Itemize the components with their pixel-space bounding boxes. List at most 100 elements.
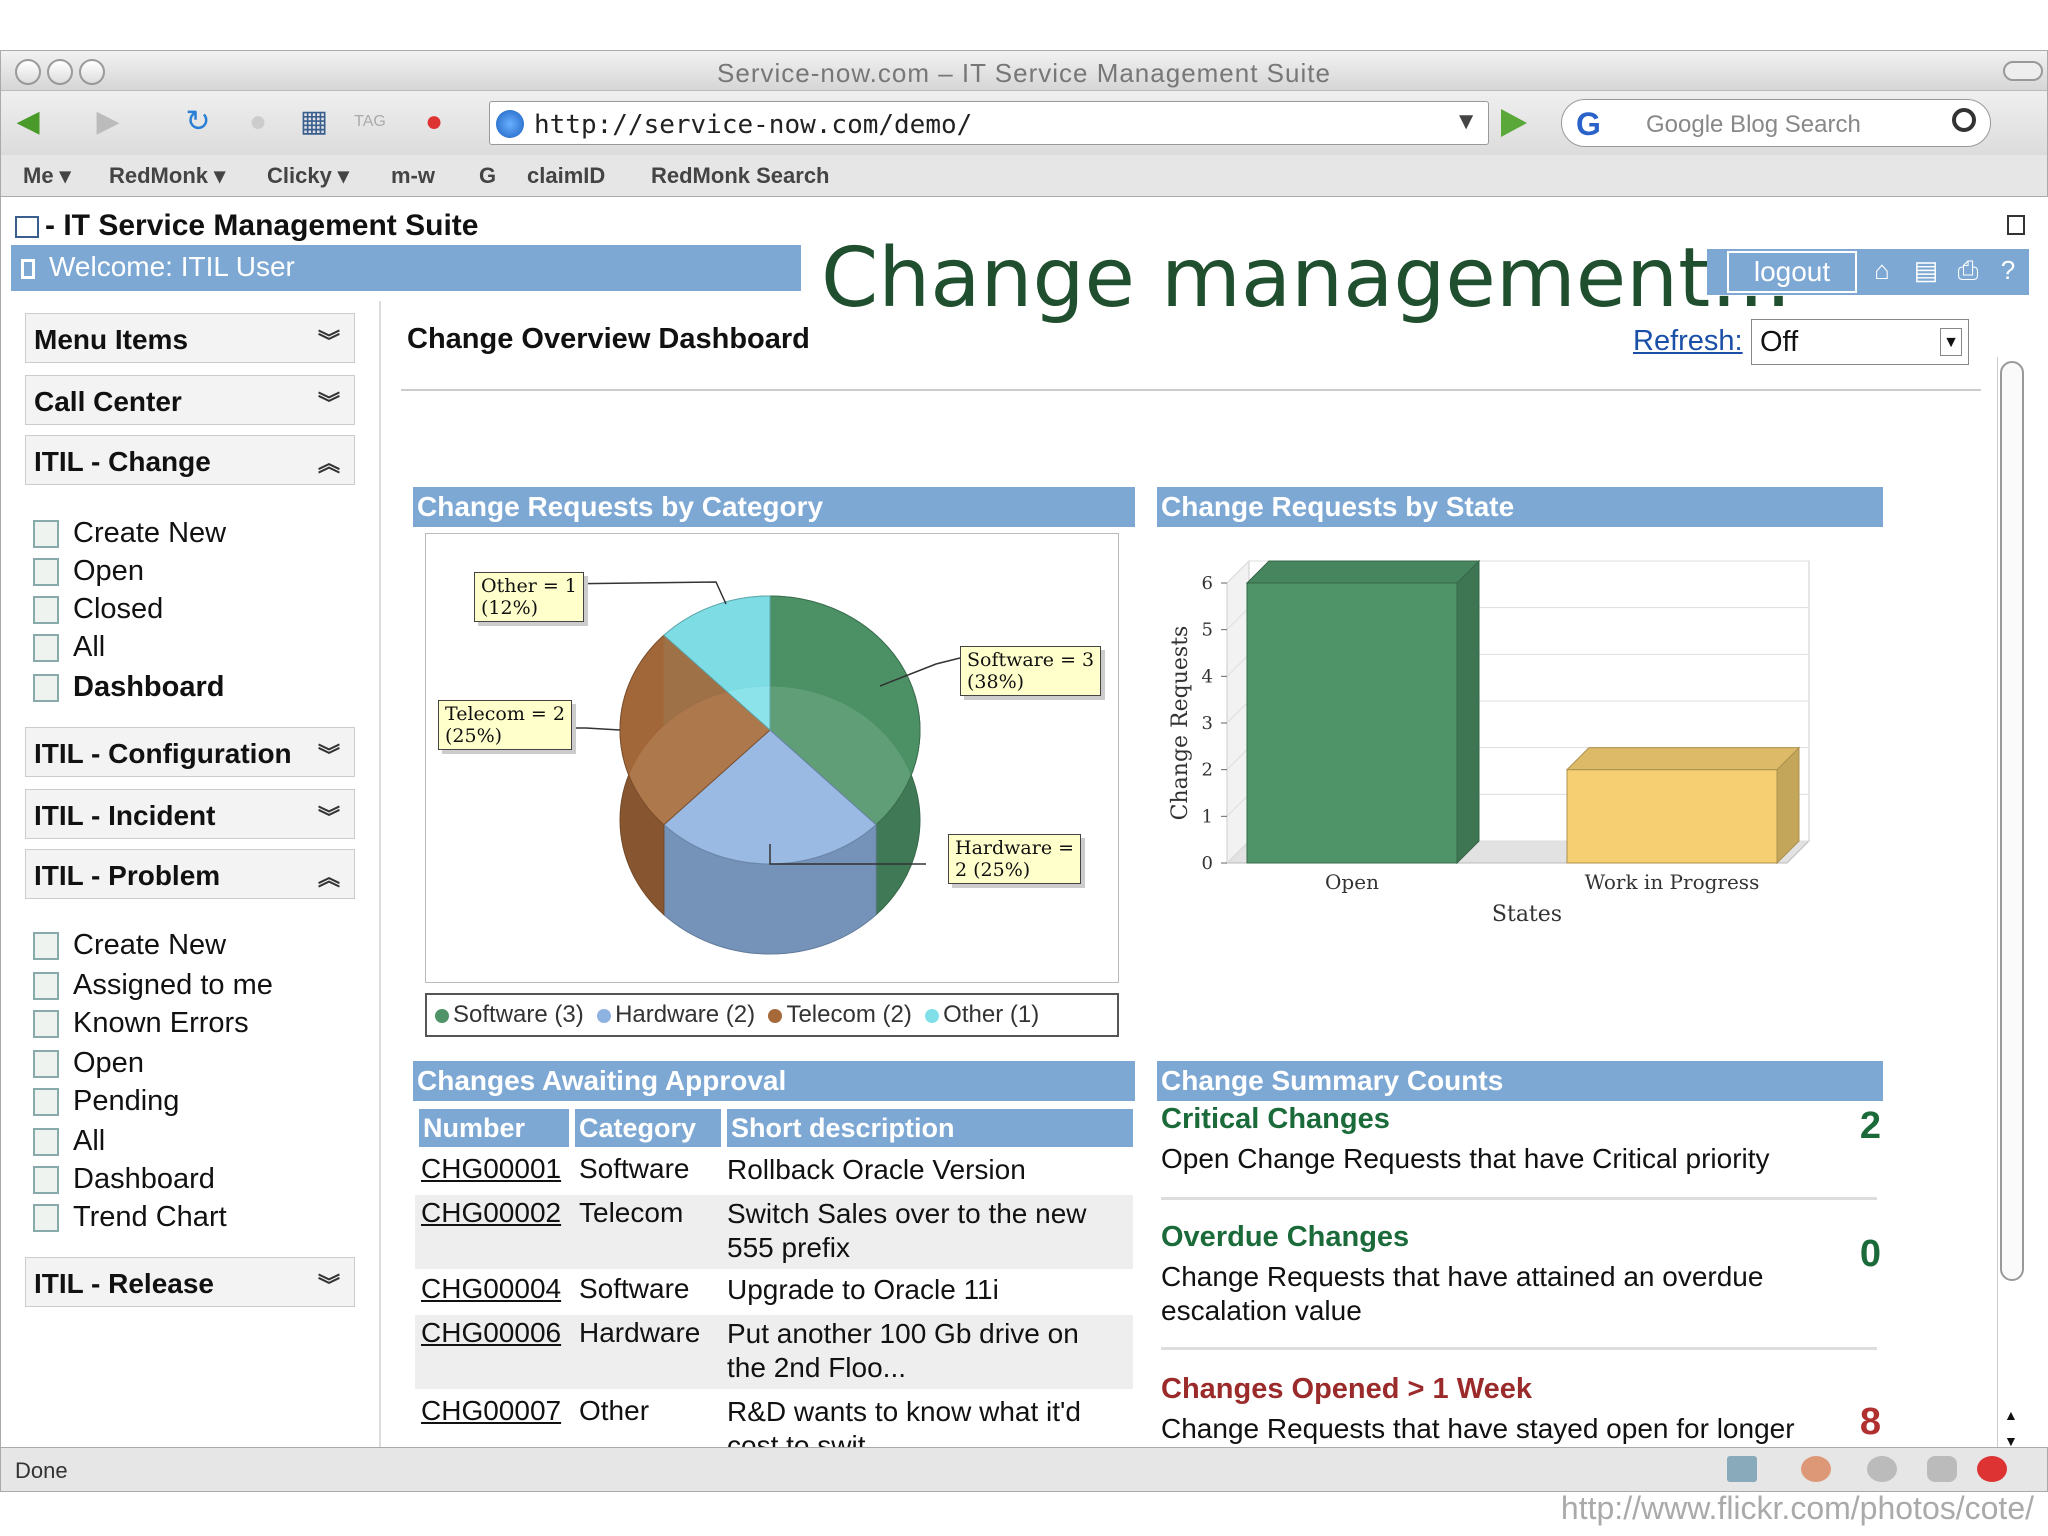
legend-swatch-software <box>435 1008 449 1023</box>
y-tick-label: 1 <box>1202 806 1213 827</box>
reload-icon[interactable]: ↻ <box>181 105 215 139</box>
nav-section-itil-problem[interactable]: ITIL - Problem ︽ <box>25 849 355 899</box>
help-icon[interactable]: ? <box>1993 255 2023 285</box>
cookie-icon[interactable] <box>1927 1456 1957 1482</box>
column-header-number[interactable]: Number <box>419 1109 569 1147</box>
nav-item-problem-all[interactable]: All <box>33 1125 105 1163</box>
bookmark-redmonk[interactable]: RedMonk ▾ <box>109 163 225 189</box>
scrollbar-thumb[interactable] <box>2000 361 2024 1281</box>
nav-item-label: All <box>73 631 106 663</box>
refresh-select[interactable]: Off ▼ <box>1751 319 1969 365</box>
logout-button[interactable]: logout <box>1727 251 1857 293</box>
forward-arrow-icon[interactable]: ▶ <box>91 105 125 139</box>
nav-item-change-all[interactable]: All <box>33 631 105 669</box>
nav-item-change-closed[interactable]: Closed <box>33 593 163 631</box>
welcome-text: Welcome: ITIL User <box>49 251 295 282</box>
face-icon[interactable] <box>1801 1456 1831 1482</box>
nav-section-itil-release[interactable]: ITIL - Release ︾ <box>25 1257 355 1307</box>
nav-item-change-dashboard[interactable]: Dashboard <box>33 671 224 709</box>
print-icon[interactable]: ⎙ <box>1953 255 1983 285</box>
legend-item-other: Other (1) <box>943 1001 1040 1028</box>
bookmark-claimid[interactable]: claimID <box>527 163 605 189</box>
table-row[interactable]: CHG00002 Telecom Switch Sales over to th… <box>415 1195 1133 1269</box>
adblock-icon[interactable] <box>1977 1456 2007 1482</box>
window-titlebar: Service-now.com – IT Service Management … <box>1 51 2047 91</box>
change-number-link[interactable]: CHG00004 <box>421 1273 561 1305</box>
table-row[interactable]: CHG00004 Software Upgrade to Oracle 11i <box>415 1273 1133 1313</box>
dashboard-icon <box>33 674 59 703</box>
bar-open[interactable] <box>1246 582 1458 864</box>
search-icon[interactable] <box>1952 108 1976 132</box>
create-new-icon <box>33 520 59 549</box>
chevron-down-icon: ▼ <box>1940 328 1962 356</box>
nav-section-itil-incident[interactable]: ITIL - Incident ︾ <box>25 789 355 839</box>
nav-section-call-center[interactable]: Call Center ︾ <box>25 375 355 425</box>
bookmark-m-w[interactable]: m-w <box>391 163 435 189</box>
change-number-link[interactable]: CHG00002 <box>421 1197 561 1229</box>
back-arrow-icon[interactable]: ◀ <box>11 105 45 139</box>
site-globe-icon <box>496 110 524 138</box>
column-header-description[interactable]: Short description <box>727 1109 1133 1147</box>
nav-item-change-create-new[interactable]: Create New <box>33 517 226 555</box>
bookmark-redmonk-search[interactable]: RedMonk Search <box>651 163 830 189</box>
search-input[interactable]: G Google Blog Search <box>1561 99 1991 147</box>
adblock-icon[interactable]: ● <box>417 105 451 139</box>
toolbar-toggle-button[interactable] <box>2003 61 2043 81</box>
summary-count-overdue[interactable]: 0 <box>1860 1233 1881 1276</box>
view-icon[interactable]: ▤ <box>1911 255 1941 285</box>
refresh-link[interactable]: Refresh: <box>1633 325 1743 358</box>
summary-title-critical[interactable]: Critical Changes <box>1161 1103 1881 1136</box>
maximize-frame-icon[interactable] <box>2007 215 2025 235</box>
nav-item-problem-dashboard[interactable]: Dashboard <box>33 1163 215 1201</box>
callout-line: Software = 3 <box>967 649 1095 671</box>
table-row[interactable]: CHG00001 Software Rollback Oracle Versio… <box>415 1153 1133 1193</box>
summary-count-critical[interactable]: 2 <box>1860 1105 1881 1148</box>
screen-icon[interactable] <box>1727 1456 1757 1482</box>
url-text: http://service-now.com/demo/ <box>534 110 973 140</box>
nav-item-problem-create-new[interactable]: Create New <box>33 929 226 967</box>
nav-item-problem-trend-chart[interactable]: Trend Chart <box>33 1201 227 1239</box>
nav-section-menu-items[interactable]: Menu Items ︾ <box>25 313 355 363</box>
summary-desc-overdue: Change Requests that have attained an ov… <box>1161 1261 1764 1326</box>
nav-section-itil-change[interactable]: ITIL - Change ︽ <box>25 435 355 485</box>
stop-icon[interactable]: ● <box>241 105 275 139</box>
change-number-link[interactable]: CHG00006 <box>421 1317 561 1349</box>
url-bar[interactable]: http://service-now.com/demo/ ▼ <box>489 101 1489 145</box>
bookmark-g[interactable]: G <box>479 163 496 189</box>
home-icon[interactable]: ▦ <box>297 105 331 139</box>
gear-icon[interactable] <box>1867 1456 1897 1482</box>
column-header-category[interactable]: Category <box>575 1109 721 1147</box>
url-history-dropdown[interactable]: ▼ <box>1454 108 1478 136</box>
change-category: Other <box>579 1395 650 1426</box>
summary-desc-week: Change Requests that have stayed open fo… <box>1161 1413 1795 1444</box>
bookmark-clicky[interactable]: Clicky ▾ <box>267 163 349 189</box>
summary-title-overdue[interactable]: Overdue Changes <box>1161 1221 1881 1254</box>
vertical-scrollbar[interactable]: ▲ ▼ <box>1997 357 2025 1457</box>
nav-item-problem-pending[interactable]: Pending <box>33 1085 179 1123</box>
list-icon <box>33 1128 59 1157</box>
go-button[interactable] <box>1501 109 1527 137</box>
nav-item-problem-open[interactable]: Open <box>33 1047 144 1085</box>
scroll-up-arrow-icon[interactable]: ▲ <box>2004 1407 2018 1423</box>
user-icon <box>21 258 35 279</box>
summary-count-week[interactable]: 8 <box>1860 1401 1881 1444</box>
legend-swatch-telecom <box>768 1008 783 1023</box>
tag-icon[interactable]: TAG <box>353 105 387 139</box>
summary-title-week[interactable]: Changes Opened > 1 Week <box>1161 1373 1881 1406</box>
legend-swatch-hardware <box>597 1008 612 1023</box>
status-bar: Done <box>1 1447 2047 1491</box>
change-number-link[interactable]: CHG00007 <box>421 1395 561 1427</box>
change-number-link[interactable]: CHG00001 <box>421 1153 561 1185</box>
bookmark-me[interactable]: Me ▾ <box>23 163 71 189</box>
nav-item-problem-known-errors[interactable]: Known Errors <box>33 1007 249 1045</box>
home-icon[interactable]: ⌂ <box>1867 255 1897 285</box>
x-tick-label: Open <box>1325 870 1379 894</box>
header-actions: logout ⌂ ▤ ⎙ ? <box>1707 249 2029 295</box>
closed-icon <box>33 596 59 625</box>
nav-item-problem-assigned[interactable]: Assigned to me <box>33 969 273 1007</box>
y-axis-label: Change Requests <box>1168 626 1193 821</box>
bar-work-in-progress[interactable] <box>1566 769 1778 864</box>
table-row[interactable]: CHG00006 Hardware Put another 100 Gb dri… <box>415 1315 1133 1389</box>
nav-section-itil-configuration[interactable]: ITIL - Configuration ︾ <box>25 727 355 777</box>
nav-item-change-open[interactable]: Open <box>33 555 144 593</box>
